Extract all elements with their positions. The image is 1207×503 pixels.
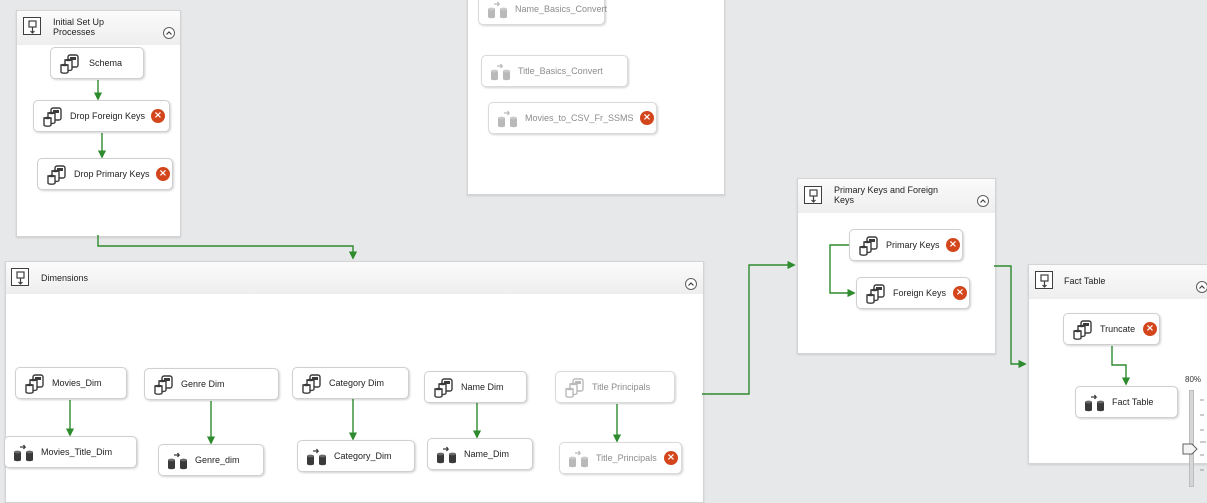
sql-task-icon (46, 165, 68, 185)
task-name-dim[interactable]: Name Dim (424, 371, 527, 403)
task-movies-to-csv[interactable]: Movies_to_CSV_Fr_SSMS × (488, 102, 657, 134)
dataflow-task-icon (13, 443, 35, 463)
task-name-basics-convert[interactable]: Name_Basics_Convert (478, 0, 608, 25)
container-title: Dimensions (41, 273, 89, 283)
task-label: Name_Basics_Convert (515, 4, 608, 14)
task-movies-title-dim[interactable]: Movies_Title_Dim (4, 436, 137, 468)
sql-task-icon (858, 236, 880, 256)
collapse-chevron-icon[interactable] (977, 195, 989, 207)
dataflow-task-icon (497, 109, 519, 129)
container-title: Primary Keys and Foreign Keys (834, 185, 939, 205)
task-label: Drop Foreign Keys (70, 111, 146, 121)
task-label: Movies_Dim (52, 378, 102, 388)
sql-task-icon (42, 107, 64, 127)
task-category-dim-df[interactable]: Category_Dim (297, 440, 415, 472)
task-category-dim[interactable]: Category Dim (292, 367, 409, 399)
task-label: Genre_dim (195, 455, 240, 465)
connector (97, 235, 358, 260)
task-primary-keys[interactable]: Primary Keys × (849, 229, 963, 261)
task-label: Category Dim (329, 378, 385, 388)
task-drop-foreign-keys[interactable]: Drop Foreign Keys × (33, 100, 170, 132)
container-title: Fact Table (1064, 276, 1106, 286)
sql-task-icon (1072, 320, 1094, 340)
task-title-principals-df[interactable]: Title_Principals × (559, 442, 682, 474)
collapse-chevron-icon[interactable] (685, 278, 697, 290)
task-title-principals[interactable]: Title Principals (555, 371, 675, 403)
task-label: Genre Dim (181, 379, 225, 389)
collapse-chevron-icon[interactable] (1196, 281, 1207, 293)
sql-task-icon (865, 284, 887, 304)
task-label: Category_Dim (334, 451, 392, 461)
error-icon: × (156, 167, 170, 181)
task-label: Title_Principals (596, 453, 657, 463)
task-fact-table[interactable]: Fact Table (1075, 386, 1178, 418)
sql-task-icon (59, 54, 81, 74)
sequence-container-icon (1035, 271, 1053, 289)
dataflow-task-icon (568, 449, 590, 469)
error-icon: × (946, 238, 960, 252)
task-label: Drop Primary Keys (74, 169, 150, 179)
task-drop-primary-keys[interactable]: Drop Primary Keys × (37, 158, 173, 190)
task-genre-dim-df[interactable]: Genre_dim (158, 444, 264, 476)
collapse-chevron-icon[interactable] (163, 27, 175, 39)
zoom-slider-thumb[interactable] (1182, 443, 1198, 455)
task-label: Title Principals (592, 382, 651, 392)
error-icon: × (664, 451, 678, 465)
container-pk-fk[interactable]: Primary Keys and Foreign Keys (797, 178, 996, 354)
task-schema[interactable]: Schema (50, 47, 144, 79)
task-label: Truncate (1100, 324, 1136, 334)
dataflow-task-icon (306, 447, 328, 467)
container-convert[interactable] (467, 0, 725, 195)
connector (702, 260, 796, 395)
task-label: Name_Dim (464, 449, 510, 459)
sequence-container-icon (23, 17, 41, 35)
task-label: Primary Keys (886, 240, 940, 250)
task-label: Title_Basics_Convert (518, 66, 603, 76)
error-icon: × (151, 109, 165, 123)
error-icon: × (1143, 322, 1157, 336)
dataflow-task-icon (487, 0, 509, 20)
task-label: Movies_Title_Dim (41, 447, 113, 457)
zoom-slider-track[interactable] (1189, 390, 1194, 487)
sql-task-icon (564, 378, 586, 398)
task-name-dim-df[interactable]: Name_Dim (427, 438, 533, 470)
error-icon: × (640, 111, 654, 125)
sequence-container-icon (11, 268, 29, 286)
task-truncate[interactable]: Truncate × (1063, 313, 1160, 345)
task-genre-dim[interactable]: Genre Dim (144, 368, 279, 400)
task-label: Schema (89, 58, 123, 68)
sql-task-icon (153, 375, 175, 395)
connector (994, 265, 1027, 369)
dataflow-task-icon (167, 451, 189, 471)
container-title: Initial Set Up Processes (53, 17, 105, 37)
task-movies-dim[interactable]: Movies_Dim (15, 367, 127, 399)
task-label: Movies_to_CSV_Fr_SSMS (525, 113, 634, 123)
dataflow-task-icon (490, 62, 512, 82)
zoom-ticks (1200, 399, 1206, 471)
task-label: Name Dim (461, 382, 504, 392)
task-foreign-keys[interactable]: Foreign Keys × (856, 277, 970, 309)
task-title-basics-convert[interactable]: Title_Basics_Convert (481, 55, 628, 87)
sql-task-icon (433, 378, 455, 398)
dataflow-task-icon (1084, 393, 1106, 413)
container-fact-table[interactable]: Fact Table (1028, 264, 1207, 464)
error-icon: × (953, 286, 967, 300)
task-label: Fact Table (1112, 397, 1154, 407)
task-label: Foreign Keys (893, 288, 947, 298)
zoom-level: 80% (1185, 375, 1202, 384)
sql-task-icon (301, 374, 323, 394)
dataflow-task-icon (436, 445, 458, 465)
sql-task-icon (24, 374, 46, 394)
sequence-container-icon (804, 186, 822, 204)
